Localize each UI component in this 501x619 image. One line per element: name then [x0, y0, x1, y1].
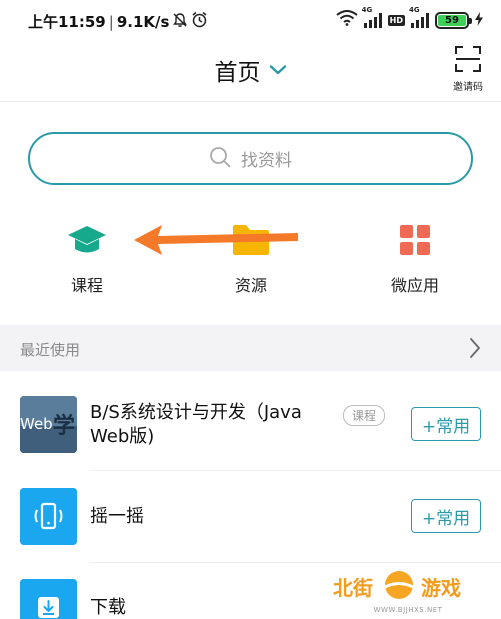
- invite-code-button[interactable]: 邀请码: [451, 46, 485, 93]
- search-input[interactable]: 找资料: [28, 132, 473, 185]
- scan-icon: [455, 46, 481, 76]
- annotation-arrow-icon: [132, 222, 302, 260]
- item-title-line2: Web版): [90, 426, 155, 447]
- charging-icon: [475, 11, 483, 30]
- page-title-switcher[interactable]: 首页: [0, 53, 501, 87]
- item-title: 下载: [90, 597, 126, 618]
- battery-level: 59: [438, 14, 466, 26]
- nav-course[interactable]: 课程: [27, 220, 147, 296]
- search-placeholder: 找资料: [241, 151, 292, 171]
- course-thumbnail: Web 学: [20, 396, 77, 453]
- page-title: 首页: [214, 60, 261, 86]
- chevron-down-icon: [269, 61, 287, 80]
- signal-icon: 4G: [362, 6, 382, 28]
- app-header: 首页 邀请码: [0, 40, 501, 102]
- list-item[interactable]: 摇一摇 +常用: [0, 471, 501, 563]
- chevron-right-icon: [469, 337, 481, 363]
- wifi-icon: [336, 10, 358, 30]
- hd-badge: HD: [387, 14, 405, 26]
- add-favorite-button[interactable]: +常用: [411, 407, 481, 441]
- alarm-icon: [191, 11, 208, 32]
- invite-code-label: 邀请码: [453, 82, 483, 93]
- status-bar: 上午11:59 | 9.1K/s 4G HD 4G 59: [0, 0, 501, 40]
- add-favorite-button[interactable]: +常用: [411, 499, 481, 533]
- recent-section-title: 最近使用: [20, 341, 81, 359]
- graduation-cap-icon: [27, 220, 147, 260]
- apps-grid-icon: [355, 220, 475, 260]
- thumb-glyph: 学: [53, 413, 75, 439]
- download-icon: [20, 579, 77, 619]
- thumb-text: Web: [20, 415, 53, 433]
- watermark-url: WWW.BJJHXS.NET: [373, 606, 443, 614]
- status-time: 上午11:59: [28, 13, 106, 31]
- list-item[interactable]: Web 学 B/S系统设计与开发（Java Web版) 课程 +常用: [0, 371, 501, 471]
- signal-icon-2: 4G: [409, 6, 429, 28]
- status-net-speed: 9.1K/s: [116, 12, 170, 31]
- item-title-line1: B/S系统设计与开发（Java: [90, 402, 302, 423]
- mute-icon: [172, 12, 188, 32]
- recent-section-header[interactable]: 最近使用: [0, 325, 501, 371]
- watermark-text-right: 游戏: [421, 576, 461, 600]
- watermark-logo: 北街 游戏 WWW.BJJHXS.NET: [333, 566, 483, 619]
- nav-resource-label: 资源: [234, 276, 267, 295]
- watermark-text-left: 北街: [333, 576, 373, 600]
- phone-shake-icon: [20, 488, 77, 545]
- battery-icon: 59: [435, 11, 472, 29]
- nav-micro-app[interactable]: 微应用: [355, 220, 475, 296]
- item-title: 摇一摇: [90, 506, 144, 527]
- search-icon: [209, 146, 231, 172]
- nav-course-label: 课程: [70, 276, 103, 295]
- watermark-sun-icon: [379, 568, 419, 606]
- item-type-badge: 课程: [343, 405, 386, 426]
- nav-micro-app-label: 微应用: [390, 276, 439, 295]
